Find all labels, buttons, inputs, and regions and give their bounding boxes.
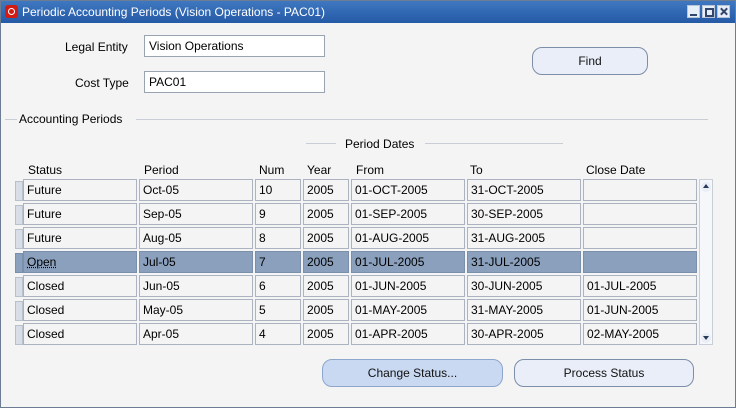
num-cell[interactable]: 4 xyxy=(255,323,301,345)
close-date-cell[interactable] xyxy=(583,203,697,225)
scroll-down-button[interactable] xyxy=(701,333,711,343)
row-selector[interactable] xyxy=(15,253,23,273)
header-close-date: Close Date xyxy=(586,163,646,177)
to-cell[interactable]: 31-OCT-2005 xyxy=(467,179,581,201)
row-selector[interactable] xyxy=(15,301,23,321)
period-cell[interactable]: May-05 xyxy=(139,299,253,321)
from-cell[interactable]: 01-SEP-2005 xyxy=(351,203,465,225)
process-status-button[interactable]: Process Status xyxy=(514,359,694,387)
period-cell[interactable]: Jul-05 xyxy=(139,251,253,273)
row-selector[interactable] xyxy=(15,325,23,345)
chevron-down-icon xyxy=(703,336,709,340)
status-cell[interactable]: Closed xyxy=(23,275,137,297)
close-date-cell[interactable] xyxy=(583,251,697,273)
to-cell[interactable]: 30-JUN-2005 xyxy=(467,275,581,297)
year-cell[interactable]: 2005 xyxy=(303,275,349,297)
accounting-periods-title: Accounting Periods xyxy=(19,112,123,126)
close-date-cell[interactable]: 01-JUN-2005 xyxy=(583,299,697,321)
close-date-cell[interactable]: 01-JUL-2005 xyxy=(583,275,697,297)
to-cell[interactable]: 30-APR-2005 xyxy=(467,323,581,345)
year-cell[interactable]: 2005 xyxy=(303,203,349,225)
status-cell[interactable]: Future xyxy=(23,203,137,225)
vertical-scrollbar[interactable] xyxy=(699,179,713,345)
from-cell[interactable]: 01-MAY-2005 xyxy=(351,299,465,321)
from-cell[interactable]: 01-JUN-2005 xyxy=(351,275,465,297)
oracle-icon xyxy=(5,5,18,18)
close-date-cell[interactable]: 02-MAY-2005 xyxy=(583,323,697,345)
table-row[interactable]: Future Aug-05 8 2005 01-AUG-2005 31-AUG-… xyxy=(15,227,697,249)
section-divider xyxy=(136,119,708,120)
window-title: Periodic Accounting Periods (Vision Oper… xyxy=(22,5,326,19)
year-cell[interactable]: 2005 xyxy=(303,179,349,201)
chevron-up-icon xyxy=(703,184,709,188)
header-period: Period xyxy=(144,163,179,177)
close-date-cell[interactable] xyxy=(583,179,697,201)
header-num: Num xyxy=(259,163,285,177)
row-selector[interactable] xyxy=(15,205,23,225)
header-status: Status xyxy=(28,163,63,177)
to-cell[interactable]: 31-JUL-2005 xyxy=(467,251,581,273)
periods-table: Future Oct-05 10 2005 01-OCT-2005 31-OCT… xyxy=(15,179,697,345)
table-row[interactable]: Future Sep-05 9 2005 01-SEP-2005 30-SEP-… xyxy=(15,203,697,225)
num-cell[interactable]: 9 xyxy=(255,203,301,225)
period-dates-label: Period Dates xyxy=(345,137,415,151)
year-cell[interactable]: 2005 xyxy=(303,227,349,249)
num-cell[interactable]: 5 xyxy=(255,299,301,321)
to-cell[interactable]: 31-AUG-2005 xyxy=(467,227,581,249)
to-cell[interactable]: 31-MAY-2005 xyxy=(467,299,581,321)
minimize-icon[interactable] xyxy=(687,5,700,18)
maximize-icon[interactable] xyxy=(702,5,715,18)
period-dates-line-left xyxy=(306,143,336,144)
period-cell[interactable]: Jun-05 xyxy=(139,275,253,297)
section-divider-left xyxy=(5,119,17,120)
period-cell[interactable]: Oct-05 xyxy=(139,179,253,201)
header-to: To xyxy=(470,163,483,177)
period-cell[interactable]: Apr-05 xyxy=(139,323,253,345)
status-cell[interactable]: Future xyxy=(23,227,137,249)
status-cell[interactable]: Open xyxy=(23,251,137,273)
periodic-accounting-periods-window: Periodic Accounting Periods (Vision Oper… xyxy=(0,0,736,408)
title-bar: Periodic Accounting Periods (Vision Oper… xyxy=(1,1,735,23)
period-cell[interactable]: Sep-05 xyxy=(139,203,253,225)
period-cell[interactable]: Aug-05 xyxy=(139,227,253,249)
table-row[interactable]: Future Oct-05 10 2005 01-OCT-2005 31-OCT… xyxy=(15,179,697,201)
year-cell[interactable]: 2005 xyxy=(303,299,349,321)
scroll-up-button[interactable] xyxy=(701,182,711,192)
table-row[interactable]: Closed Jun-05 6 2005 01-JUN-2005 30-JUN-… xyxy=(15,275,697,297)
from-cell[interactable]: 01-JUL-2005 xyxy=(351,251,465,273)
num-cell[interactable]: 8 xyxy=(255,227,301,249)
from-cell[interactable]: 01-OCT-2005 xyxy=(351,179,465,201)
header-year: Year xyxy=(307,163,332,177)
change-status-button[interactable]: Change Status... xyxy=(322,359,503,387)
row-selector[interactable] xyxy=(15,277,23,297)
row-selector[interactable] xyxy=(15,181,23,201)
cost-type-label: Cost Type xyxy=(75,76,129,90)
from-cell[interactable]: 01-APR-2005 xyxy=(351,323,465,345)
status-cell[interactable]: Future xyxy=(23,179,137,201)
header-from: From xyxy=(356,163,384,177)
close-icon[interactable] xyxy=(717,5,730,18)
from-cell[interactable]: 01-AUG-2005 xyxy=(351,227,465,249)
table-row[interactable]: Closed Apr-05 4 2005 01-APR-2005 30-APR-… xyxy=(15,323,697,345)
num-cell[interactable]: 10 xyxy=(255,179,301,201)
to-cell[interactable]: 30-SEP-2005 xyxy=(467,203,581,225)
table-row-selected[interactable]: Open Jul-05 7 2005 01-JUL-2005 31-JUL-20… xyxy=(15,251,697,273)
period-dates-line-right xyxy=(425,143,563,144)
legal-entity-field[interactable]: Vision Operations xyxy=(144,35,325,57)
close-date-cell[interactable] xyxy=(583,227,697,249)
find-button[interactable]: Find xyxy=(532,47,648,75)
status-cell[interactable]: Closed xyxy=(23,299,137,321)
row-selector[interactable] xyxy=(15,229,23,249)
table-row[interactable]: Closed May-05 5 2005 01-MAY-2005 31-MAY-… xyxy=(15,299,697,321)
num-cell[interactable]: 6 xyxy=(255,275,301,297)
year-cell[interactable]: 2005 xyxy=(303,251,349,273)
cost-type-field[interactable]: PAC01 xyxy=(144,71,325,93)
legal-entity-label: Legal Entity xyxy=(65,40,128,54)
num-cell[interactable]: 7 xyxy=(255,251,301,273)
status-cell[interactable]: Closed xyxy=(23,323,137,345)
year-cell[interactable]: 2005 xyxy=(303,323,349,345)
